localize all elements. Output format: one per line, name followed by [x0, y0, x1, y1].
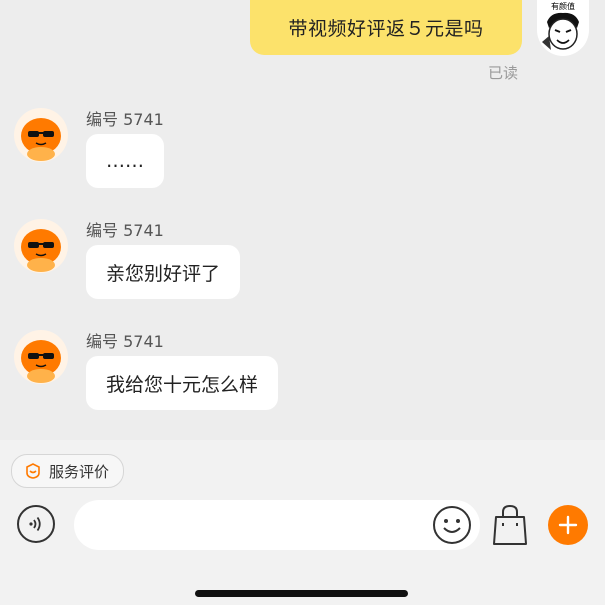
voice-icon: [29, 516, 41, 532]
service-evaluation-label: 服务评价: [49, 462, 110, 481]
meme-face-icon: 有颜值: [542, 1, 579, 50]
outgoing-message-bubble[interactable]: 带视频好评返５元是吗: [250, 0, 522, 55]
agent-avatar[interactable]: [14, 219, 68, 273]
emoji-button[interactable]: [431, 504, 473, 546]
orange-mascot-icon: [21, 229, 61, 272]
service-evaluation-button[interactable]: 服务评价: [11, 454, 125, 488]
shopping-bag-icon: [493, 504, 527, 545]
agent-avatar[interactable]: [14, 108, 68, 162]
sender-name: 编号 5741: [86, 221, 164, 240]
more-options-button[interactable]: [548, 505, 588, 545]
orange-mascot-icon: [21, 340, 61, 383]
outgoing-message-text: 带视频好评返５元是吗: [288, 18, 484, 40]
self-avatar[interactable]: 有颜值: [537, 0, 589, 56]
message-text: 我给您十元怎么样: [106, 373, 259, 396]
voice-input-button[interactable]: [17, 505, 55, 543]
message-bubble[interactable]: 我给您十元怎么样: [86, 356, 279, 410]
message-bubble[interactable]: 亲您别好评了: [86, 245, 241, 299]
message-text: ……: [106, 150, 144, 172]
message-input[interactable]: [74, 500, 480, 550]
agent-avatar[interactable]: [14, 330, 68, 384]
bottom-toolbar: 服务评价: [0, 440, 605, 605]
plus-icon: [558, 515, 578, 535]
sender-name: 编号 5741: [86, 332, 164, 351]
read-status: 已读: [488, 64, 519, 82]
shopping-bag-button[interactable]: [490, 503, 530, 547]
orange-mascot-icon: [21, 118, 61, 161]
message-text: 亲您别好评了: [106, 262, 221, 285]
service-evaluation-icon: [26, 463, 40, 479]
chat-area: 带视频好评返５元是吗 有颜值 已读 编号 5741 …… 编号 5741 亲您别…: [0, 0, 605, 440]
message-bubble[interactable]: ……: [86, 134, 164, 188]
sender-name: 编号 5741: [86, 110, 164, 129]
emoji-icon: [433, 506, 471, 544]
svg-text:有颜值: 有颜值: [551, 1, 575, 11]
home-indicator: [195, 590, 408, 597]
